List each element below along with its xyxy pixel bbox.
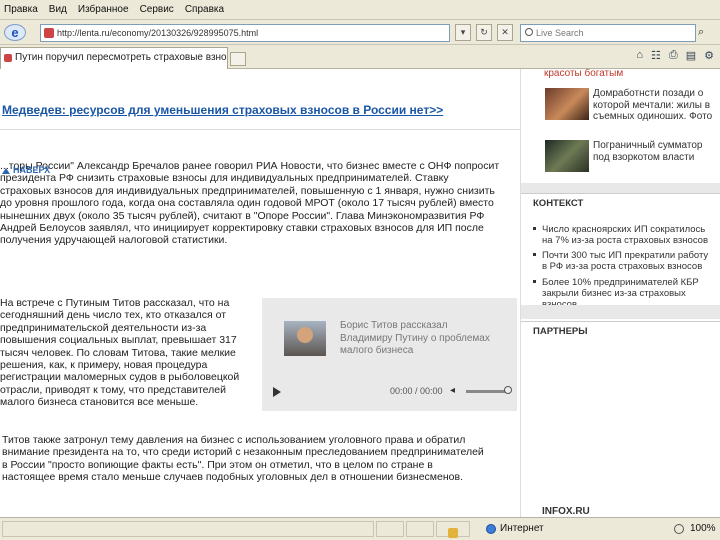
audio-caption: Борис Титов рассказал Владимиру Путину о… xyxy=(340,320,490,356)
page-content: Медведев: ресурсов для уменьшения страхо… xyxy=(0,69,720,517)
news-thumbnail xyxy=(545,88,589,120)
page-menu-icon[interactable]: ▤ xyxy=(686,49,696,62)
search-placeholder: Live Search xyxy=(536,28,584,38)
browser-logo-icon[interactable]: e xyxy=(4,24,26,41)
article-paragraph: Титов также затронул тему давления на би… xyxy=(2,434,484,484)
feeds-icon[interactable]: ☷ xyxy=(651,49,661,62)
sidebar: красоты богатым Домработнсти позади о ко… xyxy=(520,69,720,517)
news-title: Домработнсти позади о которой мечтали: ж… xyxy=(593,88,713,122)
status-pane xyxy=(376,521,404,537)
context-item[interactable]: Число красноярских ИП сократилось на 7% … xyxy=(533,224,713,246)
menu-help[interactable]: Справка xyxy=(185,4,224,15)
partner-logo-label[interactable]: INFOX.RU xyxy=(542,506,590,517)
article-paragraph: ...торы России" Александр Бречалов ранее… xyxy=(0,160,500,247)
dropdown-icon[interactable]: ▾ xyxy=(455,24,471,41)
audio-thumbnail xyxy=(284,321,326,356)
search-go-icon[interactable]: ⌕ xyxy=(698,26,712,40)
news-title: Пограничный сумматор под взоркотом власт… xyxy=(593,140,703,163)
divider xyxy=(0,129,520,130)
security-icon xyxy=(448,528,458,538)
refresh-icon[interactable]: ↻ xyxy=(476,24,492,41)
tab-favicon-icon xyxy=(4,54,12,62)
zone-label: Интернет xyxy=(500,523,544,534)
audio-time: 00:00 / 00:00 xyxy=(390,386,443,396)
volume-icon[interactable]: ◂ xyxy=(450,386,460,396)
search-icon xyxy=(525,28,533,36)
status-message-pane xyxy=(2,521,374,537)
tab-bar: Путин поручил пересмотреть страховые взн… xyxy=(0,45,720,69)
command-bar: ⌂ ☷ ⎙ ▤ ⚙ xyxy=(636,49,714,62)
site-favicon-icon xyxy=(44,28,54,38)
menu-tools[interactable]: Сервис xyxy=(140,4,174,15)
status-pane xyxy=(406,521,434,537)
address-toolbar: e http://lenta.ru/economy/20130326/92899… xyxy=(0,20,720,45)
menu-view[interactable]: Вид xyxy=(49,4,67,15)
tab-active[interactable]: Путин поручил пересмотреть страховые взн… xyxy=(0,47,228,69)
audio-controls: 00:00 / 00:00 ◂ xyxy=(270,384,512,400)
status-bar: Интернет 100% xyxy=(0,517,720,540)
address-buttons: ▾ ↻ ✕ xyxy=(455,24,513,41)
tab-title: Путин поручил пересмотреть страховые взн… xyxy=(15,52,227,63)
partners-header: ПАРТНЕРЫ xyxy=(521,321,720,341)
home-icon[interactable]: ⌂ xyxy=(636,49,643,62)
internet-zone-icon xyxy=(486,524,496,534)
search-input[interactable]: Live Search xyxy=(520,24,696,42)
volume-slider[interactable] xyxy=(466,390,506,393)
menu-favorites[interactable]: Избранное xyxy=(78,4,129,15)
new-tab-button[interactable] xyxy=(230,52,246,66)
status-pane xyxy=(436,521,470,538)
article-paragraph: На встрече с Путиным Титов рассказал, чт… xyxy=(0,297,240,409)
audio-player: Борис Титов рассказал Владимиру Путину о… xyxy=(262,298,517,411)
news-thumbnail xyxy=(545,140,589,172)
print-icon[interactable]: ⎙ xyxy=(669,49,678,62)
back-to-top-button[interactable]: НАВЕРХ xyxy=(0,165,50,179)
context-header: КОНТЕКСТ xyxy=(521,193,720,213)
zoom-icon[interactable] xyxy=(674,524,684,534)
address-input[interactable]: http://lenta.ru/economy/20130326/9289950… xyxy=(40,24,450,42)
context-item[interactable]: Почти 300 тыс ИП прекратили работу в РФ … xyxy=(533,250,713,272)
url-text: http://lenta.ru/economy/20130326/9289950… xyxy=(57,28,259,38)
sidebar-top-link[interactable]: красоты богатым xyxy=(544,69,623,79)
stop-icon[interactable]: ✕ xyxy=(497,24,513,41)
menu-edit[interactable]: Правка xyxy=(4,4,38,15)
volume-handle[interactable] xyxy=(504,386,512,394)
tools-menu-icon[interactable]: ⚙ xyxy=(704,49,714,62)
menu-bar: Правка Вид Избранное Сервис Справка xyxy=(0,0,720,20)
sidebar-band xyxy=(521,305,720,319)
zoom-level[interactable]: 100% xyxy=(690,523,716,534)
article-column: Медведев: ресурсов для уменьшения страхо… xyxy=(0,69,520,517)
related-article-link[interactable]: Медведев: ресурсов для уменьшения страхо… xyxy=(2,103,443,117)
sidebar-band xyxy=(521,183,720,193)
play-icon[interactable] xyxy=(273,387,281,397)
